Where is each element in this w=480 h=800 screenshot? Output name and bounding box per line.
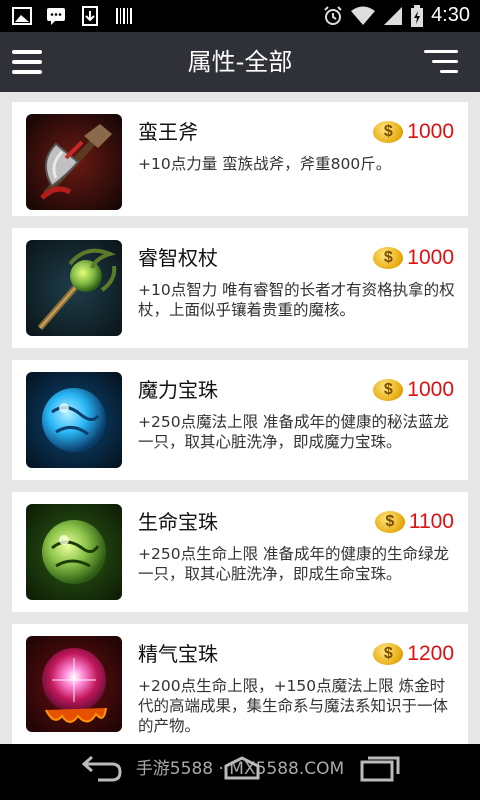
alarm-icon — [324, 5, 342, 25]
price-value: 1200 — [407, 642, 454, 665]
item-price: $ 1200 — [373, 642, 454, 666]
red-orb-icon — [26, 636, 122, 732]
item-name: 精气宝珠 — [138, 642, 218, 666]
status-time: 4:30 — [431, 4, 470, 26]
chat-icon — [47, 8, 65, 25]
list-item[interactable]: 魔力宝珠 $ 1000 +250点魔法上限 准备成年的健康的秘法蓝龙一只，取其心… — [12, 360, 468, 480]
coin-icon: $ — [373, 247, 404, 269]
item-price: $ 1000 — [373, 246, 454, 270]
list-item[interactable]: 睿智权杖 $ 1000 +10点智力 唯有睿智的长者才有资格执拿的权杖，上面似乎… — [12, 228, 468, 348]
status-bar: 4:30 — [0, 0, 480, 32]
item-name: 蛮王斧 — [138, 120, 198, 144]
scepter-icon — [26, 240, 122, 336]
list-item[interactable]: 精气宝珠 $ 1200 +200点生命上限，+150点魔法上限 炼金时代的高端成… — [12, 624, 468, 754]
battery-icon — [411, 4, 424, 27]
blue-orb-icon — [26, 372, 122, 468]
item-description: +10点力量 蛮族战斧，斧重800斤。 — [138, 155, 392, 173]
price-value: 1100 — [408, 510, 454, 533]
barcode-icon — [116, 8, 132, 24]
app-bar: 属性-全部 — [0, 32, 480, 92]
item-name: 生命宝珠 — [138, 510, 218, 534]
coin-icon: $ — [373, 643, 404, 665]
item-price: $ 1000 — [373, 120, 454, 144]
item-price: $ 1100 — [374, 510, 454, 534]
coin-icon: $ — [374, 511, 405, 533]
list-item[interactable]: 蛮王斧 $ 1000 +10点力量 蛮族战斧，斧重800斤。 — [12, 102, 468, 216]
wifi-icon — [351, 6, 376, 25]
axe-icon — [26, 114, 122, 210]
watermark-text: 手游5588 · MX5588.COM — [135, 759, 345, 779]
price-value: 1000 — [407, 378, 454, 401]
navigation-bar: 手游5588 · MX5588.COM — [0, 744, 480, 800]
green-orb-icon — [26, 504, 122, 600]
item-description: +10点智力 唯有睿智的长者才有资格执拿的权杖，上面似乎镶着贵重的魔核。 — [138, 281, 455, 319]
item-description: +250点魔法上限 准备成年的健康的秘法蓝龙一只，取其心脏洗净，即成魔力宝珠。 — [138, 413, 450, 451]
image-icon — [12, 7, 32, 25]
coin-icon: $ — [373, 379, 404, 401]
price-value: 1000 — [407, 120, 454, 143]
coin-icon: $ — [373, 121, 404, 143]
item-description: +250点生命上限 准备成年的健康的生命绿龙一只，取其心脏洗净，即成生命宝珠。 — [138, 545, 450, 583]
item-name: 魔力宝珠 — [138, 378, 218, 402]
signal-icon — [384, 6, 403, 25]
item-name: 睿智权杖 — [138, 246, 218, 270]
download-icon — [82, 6, 98, 26]
sort-icon[interactable] — [424, 48, 458, 76]
item-price: $ 1000 — [373, 378, 454, 402]
item-description: +200点生命上限，+150点魔法上限 炼金时代的高端成果，集生命系与魔法系知识… — [138, 677, 449, 735]
page-title: 属性-全部 — [187, 48, 293, 76]
price-value: 1000 — [407, 246, 454, 269]
list-item[interactable]: 生命宝珠 $ 1100 +250点生命上限 准备成年的健康的生命绿龙一只，取其心… — [12, 492, 468, 612]
